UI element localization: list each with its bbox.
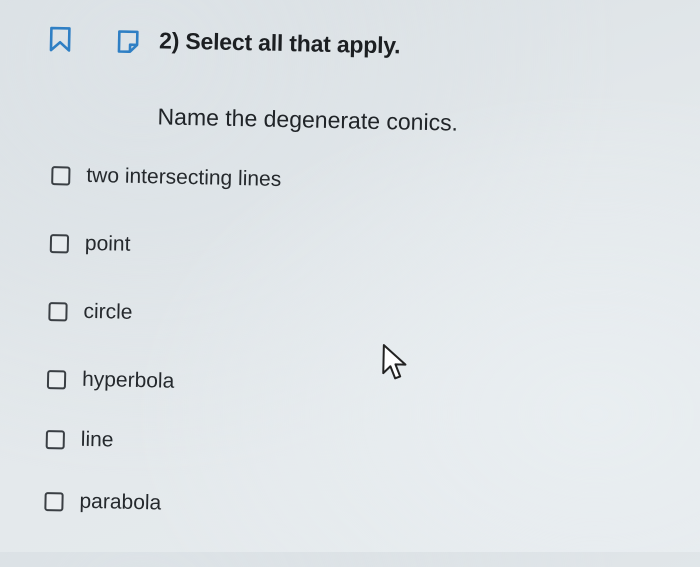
checkbox[interactable] (44, 491, 64, 511)
checkbox[interactable] (49, 233, 70, 253)
option-label: parabola (79, 489, 162, 515)
option-label: circle (83, 299, 133, 324)
option-parabola[interactable]: parabola (44, 489, 161, 515)
checkbox[interactable] (46, 369, 67, 389)
bookmark-icon[interactable] (47, 25, 74, 54)
mouse-pointer-icon (380, 342, 409, 383)
option-circle[interactable]: circle (48, 299, 133, 325)
checkbox[interactable] (51, 165, 71, 186)
question-panel: 2) Select all that apply. Name the degen… (0, 0, 700, 567)
question-title: 2) Select all that apply. (158, 27, 401, 59)
note-icon[interactable] (115, 28, 142, 55)
option-point[interactable]: point (49, 231, 131, 257)
option-label: line (80, 427, 114, 452)
option-two-intersecting-lines[interactable]: two intersecting lines (51, 163, 281, 192)
answer-options: two intersecting lines point circle hype… (44, 151, 612, 514)
option-label: point (84, 231, 131, 256)
option-label: hyperbola (81, 367, 175, 393)
option-hyperbola[interactable]: hyperbola (46, 367, 175, 394)
question-prompt: Name the degenerate conics. (157, 103, 459, 136)
checkbox[interactable] (45, 429, 66, 449)
option-line[interactable]: line (45, 427, 114, 452)
option-label: two intersecting lines (86, 163, 282, 191)
checkbox[interactable] (48, 301, 68, 321)
